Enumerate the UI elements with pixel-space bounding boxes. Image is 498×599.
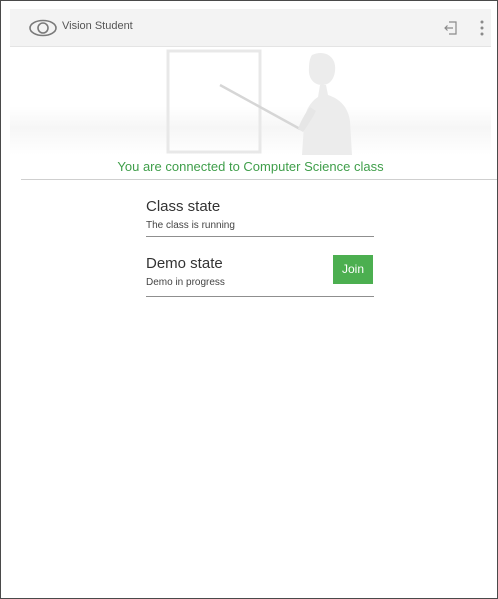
teacher-illustration: [166, 49, 352, 155]
exit-icon[interactable]: [443, 20, 459, 36]
demo-state-row: Demo state Demo in progress Join: [146, 255, 374, 297]
class-state-row: Class state The class is running: [146, 198, 374, 237]
app-title: Vision Student: [62, 20, 133, 32]
class-state-subtitle: The class is running: [146, 220, 235, 231]
divider: [21, 179, 497, 180]
connection-status: You are connected to Computer Science cl…: [117, 159, 384, 174]
eye-icon: [28, 19, 58, 37]
join-button[interactable]: Join: [333, 255, 373, 284]
app-window: Vision Student You are connected to Comp…: [0, 0, 498, 599]
app-bar: Vision Student: [10, 9, 491, 47]
class-state-title: Class state: [146, 198, 221, 215]
more-vert-icon[interactable]: [478, 19, 486, 37]
classroom-banner: [10, 47, 491, 155]
